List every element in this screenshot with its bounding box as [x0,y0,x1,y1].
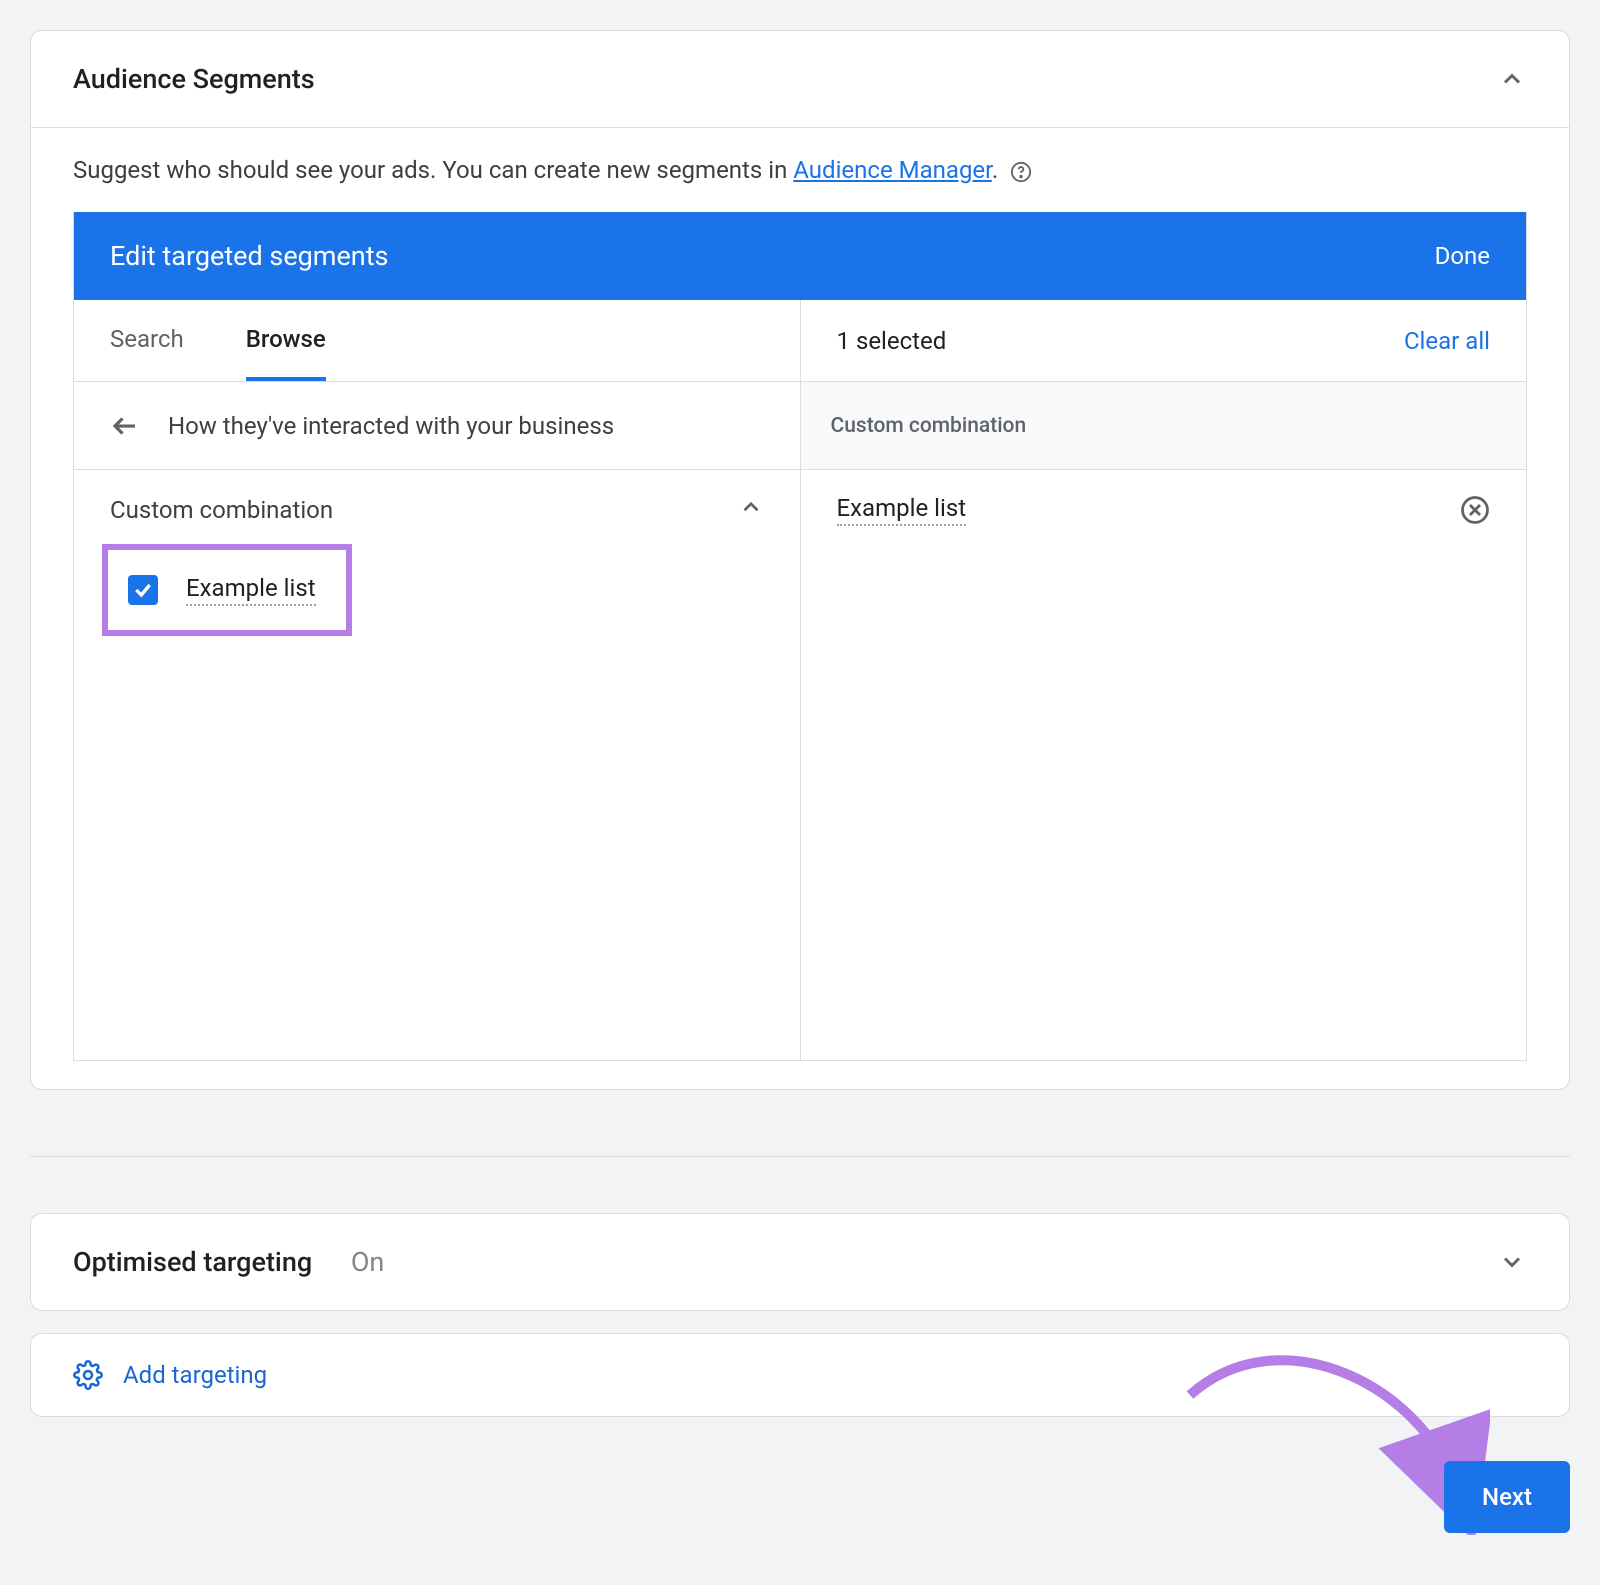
gear-icon [73,1360,103,1390]
tab-browse[interactable]: Browse [246,300,326,381]
example-list-label[interactable]: Example list [186,574,316,606]
suggest-prefix: Suggest who should see your ads. You can… [73,156,793,184]
help-icon[interactable] [1010,161,1032,183]
editor-title: Edit targeted segments [110,240,388,272]
back-arrow-icon[interactable] [110,411,140,441]
segments-editor: Edit targeted segments Done Search Brows… [73,212,1527,1061]
next-button[interactable]: Next [1444,1461,1570,1533]
optimised-title: Optimised targeting [73,1246,312,1278]
suggest-text: Suggest who should see your ads. You can… [31,128,1569,212]
selected-item-row: Example list [801,470,1527,550]
example-list-checkbox[interactable] [128,575,158,605]
editor-columns: Search Browse How they've interacted wit… [74,300,1526,1060]
optimised-status: On [351,1246,385,1278]
optimised-targeting-card[interactable]: Optimised targeting On [30,1213,1570,1311]
next-area: Next [30,1417,1570,1527]
selected-bar: 1 selected Clear all [801,300,1527,382]
segment-option-wrapper: Example list [74,536,800,636]
tab-search[interactable]: Search [110,300,184,381]
chevron-up-icon [738,494,764,526]
collapse-icon[interactable] [1497,64,1527,94]
optimised-left: Optimised targeting On [73,1246,384,1278]
remove-icon[interactable] [1460,495,1490,525]
audience-manager-link[interactable]: Audience Manager [793,156,992,184]
add-targeting-button[interactable]: Add targeting [30,1333,1570,1417]
audience-title: Audience Segments [73,63,315,95]
group-label: Custom combination [110,496,333,524]
editor-tabs: Search Browse [74,300,800,382]
expand-icon[interactable] [1497,1247,1527,1277]
group-row[interactable]: Custom combination [74,470,800,536]
suggest-period: . [992,156,998,184]
editor-header: Edit targeted segments Done [74,212,1526,300]
audience-segments-card: Audience Segments Suggest who should see… [30,30,1570,1090]
selected-count: 1 selected [837,327,947,355]
add-targeting-label: Add targeting [123,1361,267,1389]
selected-column: 1 selected Clear all Custom combination … [801,300,1527,1060]
breadcrumb-row: How they've interacted with your busines… [74,382,800,470]
done-button[interactable]: Done [1435,242,1490,270]
highlighted-option: Example list [102,544,352,636]
clear-all-button[interactable]: Clear all [1404,327,1490,355]
browse-column: Search Browse How they've interacted wit… [74,300,801,1060]
selected-group-label: Custom combination [831,414,1027,438]
audience-header: Audience Segments [31,31,1569,128]
section-divider [30,1156,1570,1157]
selected-group-header: Custom combination [801,382,1527,470]
selected-item-label: Example list [837,494,967,526]
breadcrumb-label: How they've interacted with your busines… [168,412,614,440]
